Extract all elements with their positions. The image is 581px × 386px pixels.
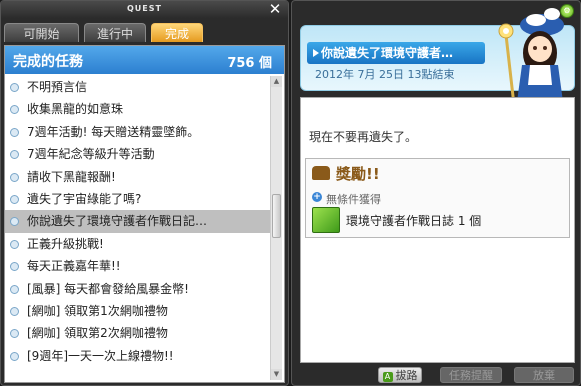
path-icon: A — [382, 372, 393, 382]
list-header-title: 完成的任務 — [13, 54, 83, 70]
window-title-bar[interactable]: QUEST ✕ — [1, 1, 288, 19]
remind-button[interactable]: 任務提醒 — [440, 367, 502, 383]
abandon-button[interactable]: 放棄 — [514, 367, 574, 383]
action-bar: A 拔路 任務提醒 放棄 — [292, 363, 580, 385]
bullet-icon — [10, 306, 19, 316]
quest-label: 遺失了宇宙綠能了嗎? — [27, 191, 142, 206]
quest-label: 每天正義嘉年華!! — [27, 259, 121, 274]
scroll-down-icon[interactable]: ▼ — [271, 369, 282, 380]
bullet-icon — [10, 351, 19, 361]
tab-completed[interactable]: 完成 — [151, 23, 203, 42]
quest-label: 正義升級挑戰! — [27, 236, 104, 251]
bullet-icon — [10, 284, 19, 294]
close-icon[interactable]: ✕ — [268, 2, 282, 17]
quest-list: 不明預言信 收集黑龍的如意珠 7週年活動! 每天贈送精靈墜飾。 7週年紀念等級升… — [5, 76, 271, 367]
list-item[interactable]: 遺失了宇宙綠能了嗎? — [5, 188, 271, 210]
window-title: QUEST — [127, 4, 162, 13]
quest-tabs: 可開始 進行中 完成 — [4, 23, 286, 43]
reward-title: 獎勵!! — [336, 165, 380, 183]
bullet-icon — [10, 105, 19, 115]
quest-description: 現在不要再遺失了。 — [309, 130, 418, 144]
bullet-icon — [10, 194, 19, 204]
reward-subtitle: 無條件獲得 — [326, 193, 381, 206]
quest-label: 你說遺失了環境守護者作戰日記… — [27, 214, 208, 229]
reward-bag-icon — [312, 166, 330, 180]
quest-label: 7週年活動! 每天贈送精靈墜飾。 — [27, 124, 200, 139]
list-header: 完成的任務 756 個 — [5, 46, 284, 74]
list-item[interactable]: [網咖] 領取第2次網咖禮物 — [5, 322, 271, 344]
bullet-icon — [10, 239, 19, 249]
list-item[interactable]: [9週年]一天一次上線禮物!! — [5, 345, 271, 367]
quest-detail-panel: ⚙ 你說遺失了環境守護者… 2012年 7月 25日 13點結束 現在不要再遺失… — [291, 0, 581, 386]
scroll-up-icon[interactable]: ▲ — [271, 76, 282, 87]
quest-count: 756 個 — [227, 56, 272, 71]
list-item[interactable]: [風暴] 每天都會發給風暴金幣! — [5, 278, 271, 300]
quest-label: [網咖] 領取第2次網咖禮物 — [27, 326, 168, 341]
quest-label: 7週年紀念等級升等活動 — [27, 147, 155, 162]
arrow-icon — [313, 49, 319, 57]
scrollbar[interactable]: ▲ ▼ — [270, 76, 282, 380]
reward-item-name: 環境守護者作戰日誌 1 個 — [346, 214, 482, 228]
detail-body: 現在不要再遺失了。 獎勵!! + 無條件獲得 環境守護者作戰日誌 1 個 — [300, 97, 575, 363]
quest-label: [網咖] 領取第1次網咖禮物 — [27, 303, 168, 318]
list-item[interactable]: [網咖] 領取第1次網咖禮物 — [5, 300, 271, 322]
list-item[interactable]: 請收下黑龍報酬! — [5, 166, 271, 188]
give-up-button[interactable]: A 拔路 — [378, 367, 422, 383]
list-item[interactable]: 不明預言信 — [5, 76, 271, 98]
plus-icon: + — [312, 192, 322, 202]
list-item[interactable]: 每天正義嘉年華!! — [5, 255, 271, 277]
quest-list-panel: QUEST ✕ 可開始 進行中 完成 完成的任務 756 個 不明預言信 收集黑… — [0, 0, 289, 386]
bullet-icon — [10, 262, 19, 272]
quest-label: 不明預言信 — [27, 80, 88, 94]
bullet-icon — [10, 127, 19, 137]
book-icon — [312, 207, 340, 233]
quest-label: 請收下黑龍報酬! — [27, 169, 116, 184]
quest-list-area: 完成的任務 756 個 不明預言信 收集黑龍的如意珠 7週年活動! 每天贈送精靈… — [4, 45, 285, 383]
list-item-selected[interactable]: 你說遺失了環境守護者作戰日記… — [5, 210, 271, 233]
quest-label: [風暴] 每天都會發給風暴金幣! — [27, 281, 189, 296]
list-item[interactable]: 7週年活動! 每天贈送精靈墜飾。 — [5, 121, 271, 143]
bullet-icon — [10, 217, 19, 227]
reward-box: 獎勵!! + 無條件獲得 環境守護者作戰日誌 1 個 — [305, 158, 570, 238]
bullet-icon — [10, 150, 19, 160]
list-item[interactable]: 正義升級挑戰! — [5, 233, 271, 255]
tab-available[interactable]: 可開始 — [4, 23, 79, 42]
give-up-label: 拔路 — [395, 369, 418, 382]
bullet-icon — [10, 329, 19, 339]
quest-label: 收集黑龍的如意珠 — [27, 102, 124, 117]
detail-title-bar: 你說遺失了環境守護者… — [307, 42, 485, 64]
tab-in-progress[interactable]: 進行中 — [84, 23, 146, 42]
list-item[interactable]: 7週年紀念等級升等活動 — [5, 143, 271, 165]
list-item[interactable]: 收集黑龍的如意珠 — [5, 98, 271, 120]
quest-label: [9週年]一天一次上線禮物!! — [27, 348, 174, 363]
detail-date: 2012年 7月 25日 13點結束 — [315, 68, 455, 81]
scroll-thumb[interactable] — [272, 194, 281, 238]
bullet-icon — [10, 83, 19, 92]
bullet-icon — [10, 172, 19, 182]
detail-title: 你說遺失了環境守護者… — [321, 46, 454, 60]
